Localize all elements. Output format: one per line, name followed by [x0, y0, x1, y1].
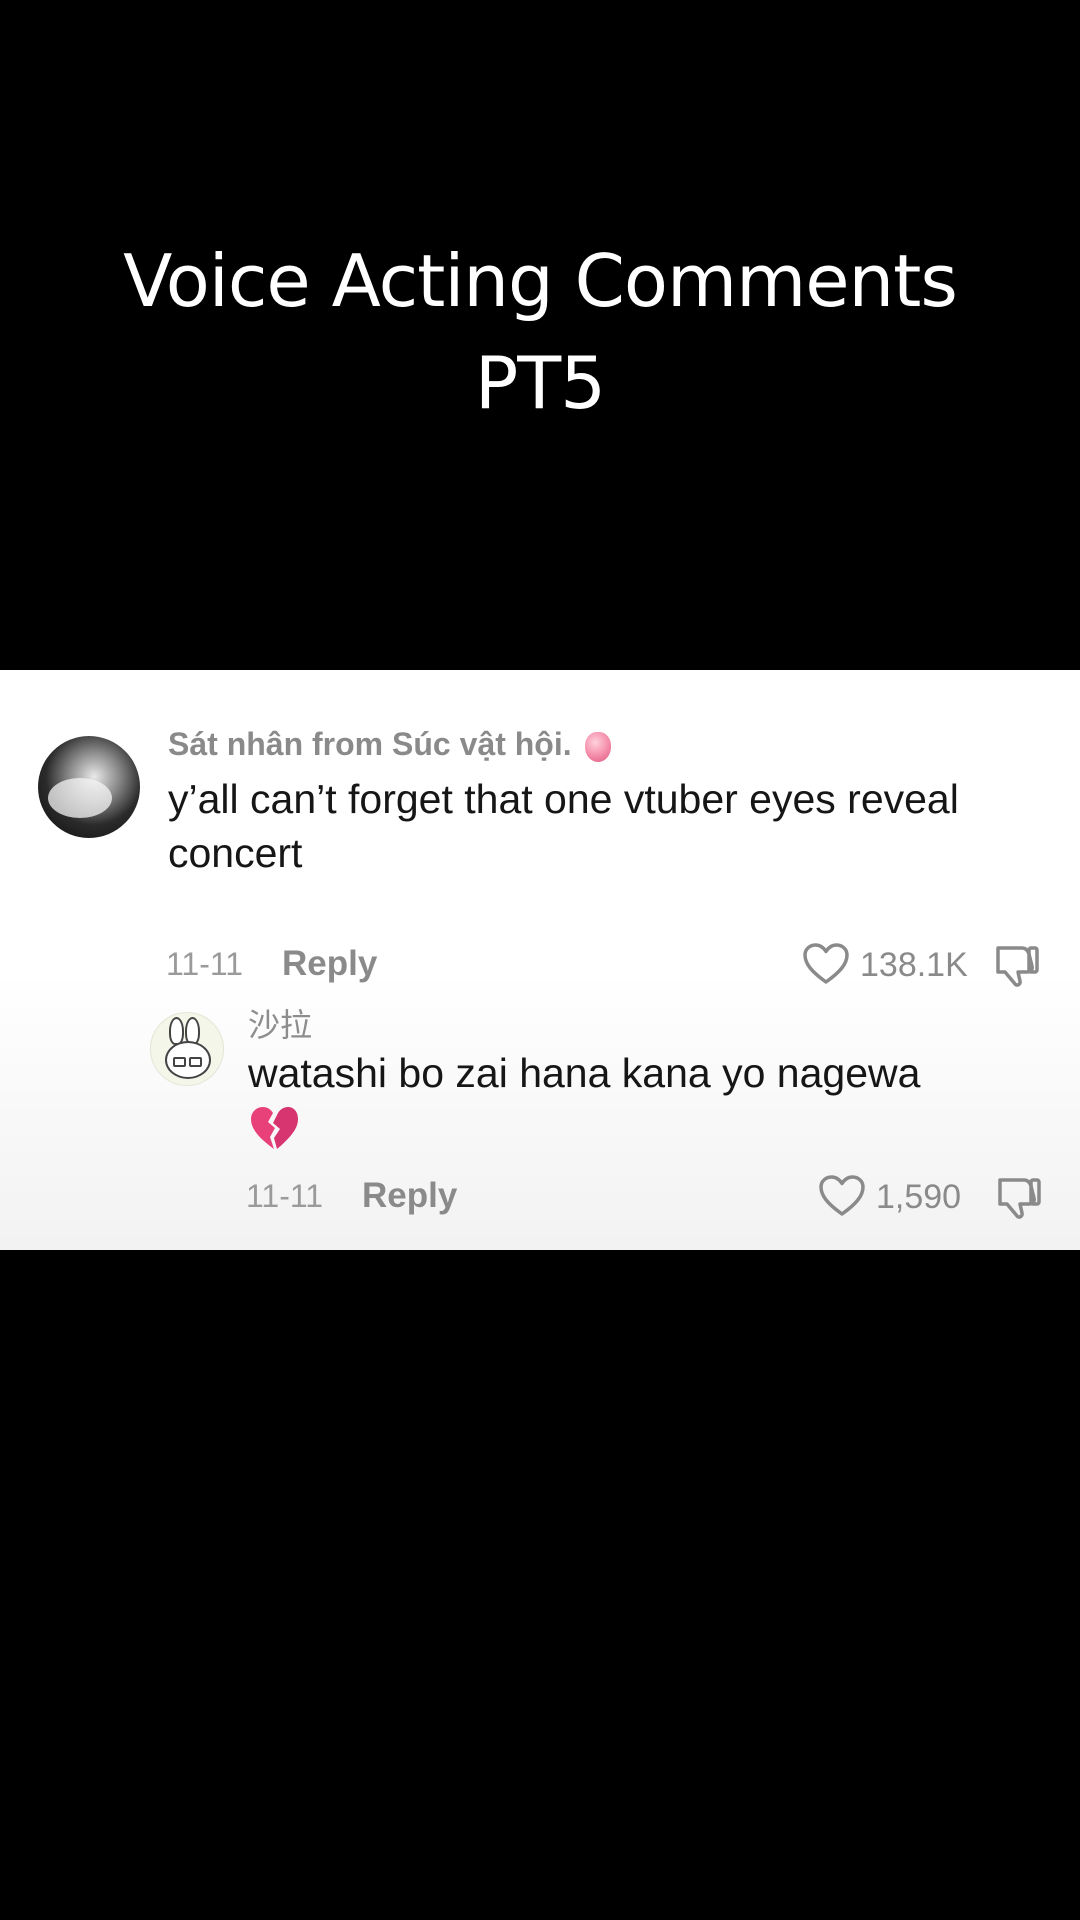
video-title-line-1: Voice Acting Comments — [123, 239, 958, 323]
like-count: 138.1K — [860, 946, 968, 984]
comment-username[interactable]: Sát nhân from Súc vật hội. — [168, 726, 611, 763]
avatar[interactable] — [150, 1012, 224, 1086]
like-heart-icon[interactable] — [818, 1174, 866, 1218]
dislike-icon[interactable] — [992, 940, 1042, 990]
comment-text-body: watashi bo zai hana kana yo nagewa — [248, 1050, 921, 1096]
video-title-line-2: PT5 — [474, 341, 606, 425]
like-heart-icon[interactable] — [802, 942, 850, 986]
bunny-face-icon — [165, 1041, 211, 1079]
comment-text: y’all can’t forget that one vtuber eyes … — [168, 776, 959, 876]
comment-username[interactable]: 沙拉 — [248, 1000, 312, 1046]
comment-date: 11-11 — [246, 1178, 324, 1214]
comment-meta: 11-11 Reply 1,590 — [0, 1170, 1080, 1220]
comment-text: watashi bo zai hana kana yo nagewa — [248, 1046, 1048, 1152]
dislike-icon[interactable] — [994, 1172, 1044, 1222]
anatomical-heart-icon — [584, 731, 611, 762]
reply-button[interactable]: Reply — [362, 1176, 457, 1216]
comments-screenshot-panel: Sát nhân from Súc vật hội. y’all can’t f… — [0, 670, 1080, 1250]
like-count: 1,590 — [876, 1178, 962, 1216]
comment-date: 11-11 — [166, 946, 244, 982]
avatar[interactable] — [38, 736, 140, 838]
comment-meta: 11-11 Reply 138.1K — [0, 938, 1080, 988]
video-title: Voice Acting Comments PT5 — [0, 230, 1080, 434]
broken-heart-icon — [251, 1107, 298, 1149]
username-text[interactable]: Sát nhân from Súc vật hội. — [168, 726, 572, 762]
reply-button[interactable]: Reply — [282, 944, 377, 984]
